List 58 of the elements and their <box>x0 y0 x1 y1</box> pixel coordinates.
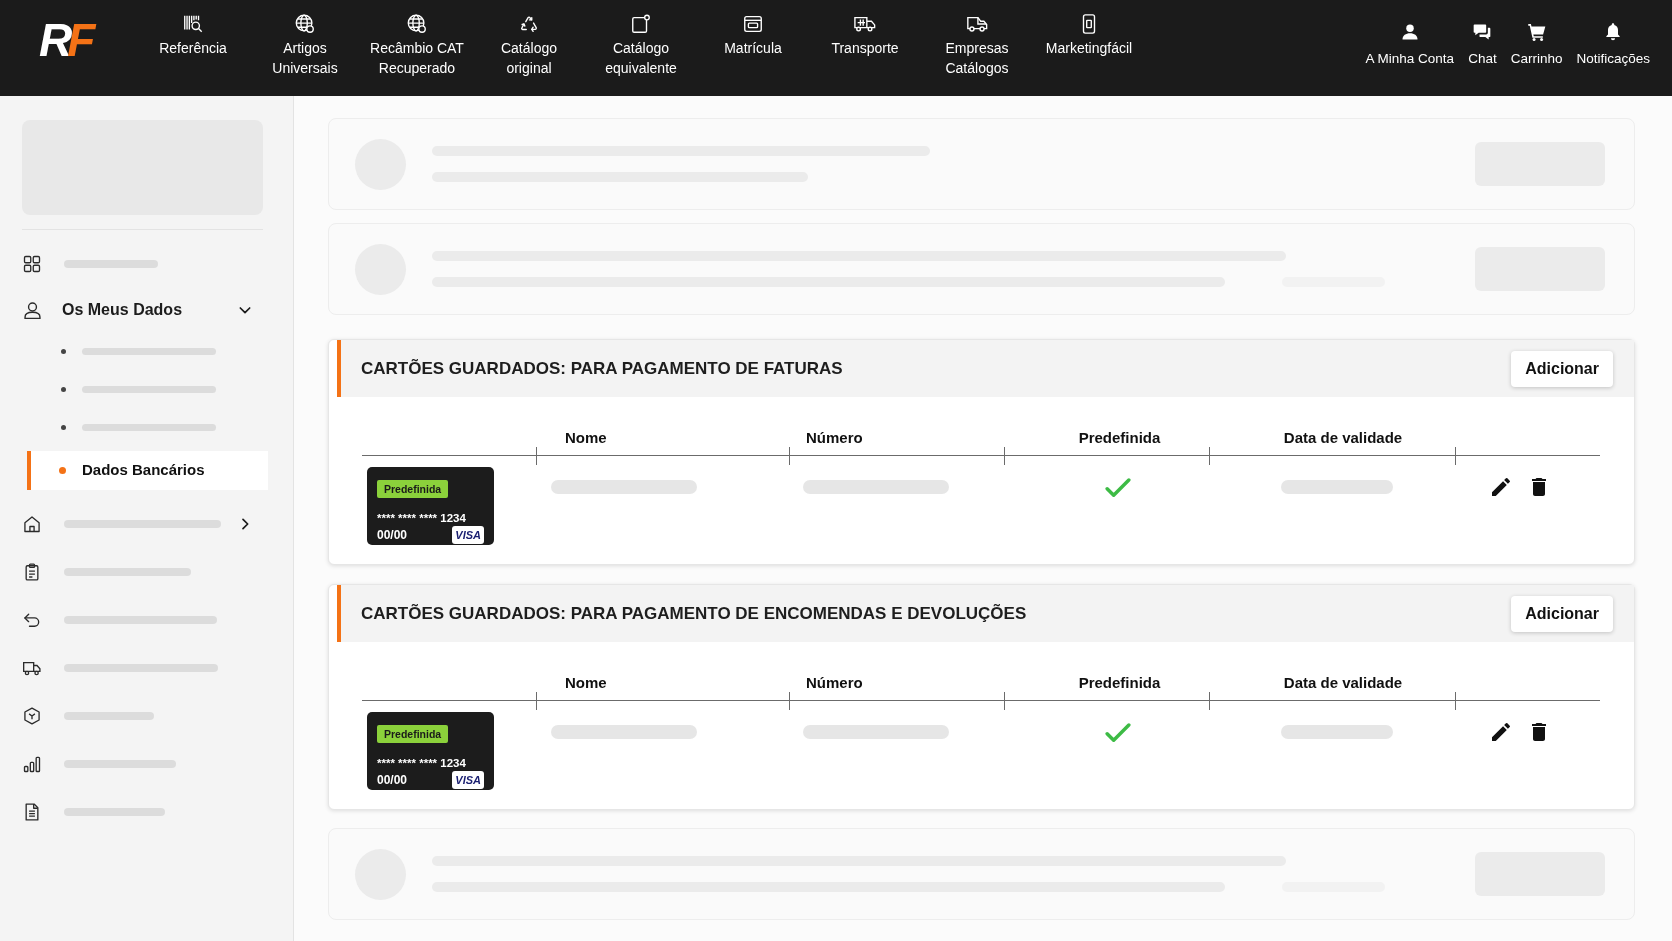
edit-button[interactable] <box>1489 720 1513 744</box>
id-card-icon <box>742 13 764 35</box>
card-expiry: 00/00 <box>377 527 408 543</box>
card-number: **** **** **** 1234 <box>377 512 466 524</box>
bullet-icon <box>61 424 66 430</box>
nav-item[interactable]: Matrícula <box>697 0 809 96</box>
column-header: Data de validade <box>1283 429 1403 446</box>
add-button[interactable]: Adicionar <box>1511 595 1613 632</box>
user-icon <box>22 299 43 321</box>
visa-logo: VISA <box>452 526 484 544</box>
submenu-item[interactable]: Dados Bancários <box>27 451 268 490</box>
pencil-icon <box>1489 720 1513 744</box>
bar-chart-icon <box>22 754 42 774</box>
account-item[interactable]: Notificações <box>1576 22 1650 96</box>
nav-item[interactable]: Catálogo original <box>473 0 585 96</box>
globe-icon <box>294 13 316 35</box>
column-header: Predefinida <box>1078 674 1161 691</box>
chat-icon <box>1472 22 1493 42</box>
column-header: Número <box>806 674 863 691</box>
nav-item[interactable]: Recâmbio CAT Recuperado <box>361 0 473 96</box>
column-header: Data de validade <box>1283 674 1403 691</box>
home-icon <box>22 514 42 534</box>
nav-item[interactable]: Referência <box>137 0 249 96</box>
column-header: Nome <box>565 674 607 691</box>
cart-icon <box>1526 22 1547 42</box>
nav-item[interactable]: Transporte <box>809 0 921 96</box>
account-item[interactable]: Chat <box>1468 22 1497 96</box>
page-icon <box>630 13 652 35</box>
user-icon <box>1399 22 1420 42</box>
nav-item[interactable]: Artigos Universais <box>249 0 361 96</box>
return-arrow-icon <box>22 610 42 630</box>
account-item[interactable]: A Minha Conta <box>1365 22 1455 96</box>
card-expiry: 00/00 <box>377 772 408 788</box>
edit-button[interactable] <box>1489 475 1513 499</box>
globe-icon <box>406 13 428 35</box>
bullet-icon <box>61 386 66 392</box>
column-header: Número <box>806 429 863 446</box>
barcode-search-icon <box>182 13 204 35</box>
column-header: Nome <box>565 429 607 446</box>
default-badge: Predefinida <box>377 480 449 498</box>
account-item[interactable]: Carrinho <box>1510 22 1563 96</box>
add-button[interactable]: Adicionar <box>1511 350 1613 387</box>
grid-icon <box>22 254 42 274</box>
section-title: CARTÕES GUARDADOS: PARA PAGAMENTO DE FATURAS <box>361 357 843 380</box>
card-number: **** **** **** 1234 <box>377 757 466 769</box>
logo[interactable]: RF <box>39 17 91 63</box>
default-badge: Predefinida <box>377 725 449 743</box>
column-header: Predefinida <box>1078 429 1161 446</box>
nav-item[interactable]: Marketingfácil <box>1033 0 1145 96</box>
bullet-icon <box>61 348 66 354</box>
nav-item[interactable]: Catálogo equivalente <box>585 0 697 96</box>
nav-item[interactable]: Empresas Catálogos <box>921 0 1033 96</box>
section-title: CARTÕES GUARDADOS: PARA PAGAMENTO DE ENCOMENDAS E DEVOLUÇÕES <box>361 602 1027 625</box>
menu-item[interactable]: Os Meus Dados <box>22 288 263 332</box>
hexagon-box-icon <box>22 706 42 726</box>
bullet-icon <box>59 467 66 474</box>
pencil-icon <box>1489 475 1513 499</box>
visa-logo: VISA <box>452 771 484 789</box>
